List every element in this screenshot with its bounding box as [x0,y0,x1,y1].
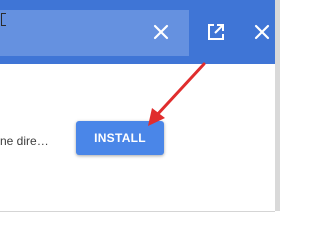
text-cursor [1,13,6,26]
title-bar [0,0,275,64]
close-icon [254,24,270,40]
app-description: ne dire… [0,134,49,148]
open-in-new-window-button[interactable] [202,18,230,46]
clear-address-button[interactable] [147,18,175,46]
annotation-arrow [148,62,206,126]
close-window-button[interactable] [248,18,276,46]
open-in-new-icon [207,23,225,41]
window-frame-edge [275,0,280,211]
install-dialog: ne dire… INSTALL [0,64,275,212]
close-icon [153,24,169,40]
